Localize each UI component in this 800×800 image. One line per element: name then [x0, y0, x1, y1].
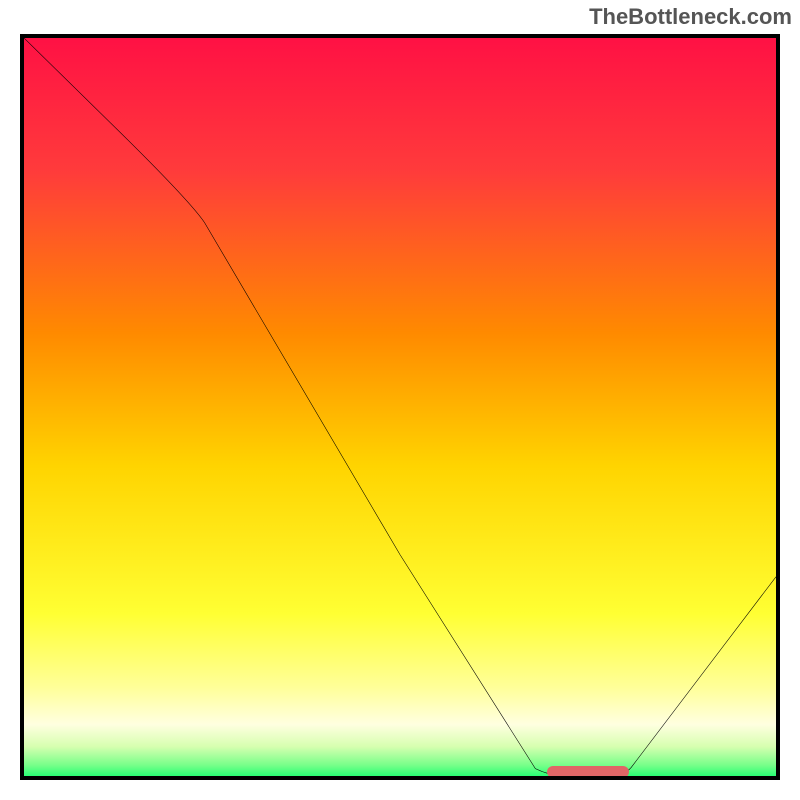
- optimal-range-marker: [547, 766, 630, 778]
- plot-area: [20, 34, 780, 780]
- curve-path: [24, 38, 776, 776]
- chart-container: TheBottleneck.com: [0, 0, 800, 800]
- watermark-text: TheBottleneck.com: [589, 4, 792, 30]
- bottleneck-curve: [24, 38, 776, 776]
